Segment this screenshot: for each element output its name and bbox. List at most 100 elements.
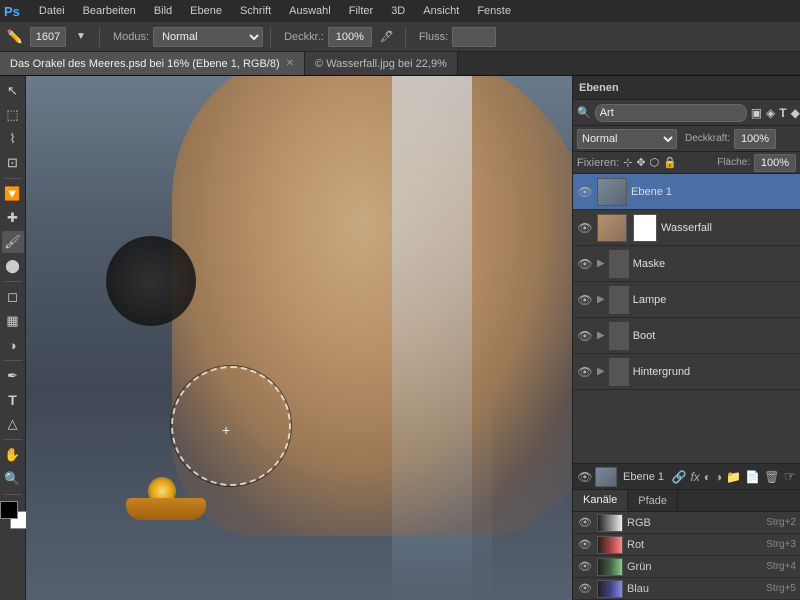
layers-search-bar: 🔍 ▣ ◈ T ◆ ◎ xyxy=(573,100,800,126)
adjustment-icon[interactable]: ◑ xyxy=(715,470,722,484)
new-layer-icon[interactable]: 📄 xyxy=(745,470,760,484)
fix-all-icon[interactable]: 🔒 xyxy=(663,156,677,169)
layer-arrow-maske[interactable]: ▶ xyxy=(597,258,605,269)
menu-bearbeiten[interactable]: Bearbeiten xyxy=(80,3,139,19)
menu-3d[interactable]: 3D xyxy=(388,3,408,19)
pixel-filter-icon[interactable]: ▣ xyxy=(751,106,762,120)
opacity-input[interactable] xyxy=(734,129,776,149)
waterfall-spray xyxy=(392,76,472,600)
tab-kanaele[interactable]: Kanäle xyxy=(573,490,628,511)
modus-select[interactable]: Normal xyxy=(153,27,263,47)
hand-pointer-icon: ☞ xyxy=(783,468,796,485)
brush-size-input[interactable] xyxy=(30,27,66,47)
layers-search-input[interactable] xyxy=(595,104,747,122)
dodge-tool-icon[interactable]: ◑ xyxy=(2,334,24,356)
eraser-tool-icon[interactable]: ◻ xyxy=(2,286,24,308)
channel-row-gruen[interactable]: 👁 Grün Strg+4 xyxy=(573,556,800,578)
menu-bild[interactable]: Bild xyxy=(151,3,175,19)
select-tool-icon[interactable]: ⬚ xyxy=(2,104,24,126)
eyedrop-tool-icon[interactable]: 🔽 xyxy=(2,183,24,205)
layer-name-maske: Maske xyxy=(633,258,796,270)
search-icon: 🔍 xyxy=(577,106,591,119)
layer-eye-lampe[interactable]: 👁 xyxy=(577,292,593,308)
path-tool-icon[interactable]: △ xyxy=(2,413,24,435)
canvas-area[interactable]: + xyxy=(26,76,572,600)
layer-eye-wasserfall[interactable]: 👁 xyxy=(577,220,593,236)
blend-mode-select[interactable]: Normal xyxy=(577,129,677,149)
channel-eye-gruen[interactable]: 👁 xyxy=(577,560,593,573)
layers-panel-header: Ebenen xyxy=(573,76,800,100)
text-filter-icon[interactable]: T xyxy=(779,106,786,120)
channel-eye-blau[interactable]: 👁 xyxy=(577,582,593,595)
fluss-input[interactable] xyxy=(452,27,496,47)
menu-auswahl[interactable]: Auswahl xyxy=(286,3,334,19)
brush-tool-icon[interactable]: ✏️ xyxy=(4,26,26,48)
tab-orakel[interactable]: Das Orakel des Meeres.psd bei 16% (Ebene… xyxy=(0,52,305,75)
channel-row-rgb[interactable]: 👁 RGB Strg+2 xyxy=(573,512,800,534)
channel-shortcut-blau: Strg+5 xyxy=(766,583,796,594)
color-picker[interactable] xyxy=(0,501,28,529)
gradient-tool-icon[interactable]: ▦ xyxy=(2,310,24,332)
layer-row-hintergrund[interactable]: 👁 ▶ Hintergrund xyxy=(573,354,800,390)
pen-tool-icon[interactable]: ✒ xyxy=(2,365,24,387)
menu-schrift[interactable]: Schrift xyxy=(237,3,274,19)
shape-filter-icon[interactable]: ◆ xyxy=(791,106,800,120)
link-layers-icon[interactable]: 🔗 xyxy=(672,470,687,484)
brush-tool-icon[interactable]: 🖌 xyxy=(2,231,24,253)
delete-layer-icon[interactable]: 🗑 xyxy=(764,470,779,484)
deckraft-input[interactable] xyxy=(328,27,372,47)
lasso-tool-icon[interactable]: ⌇ xyxy=(2,128,24,150)
text-tool-icon[interactable]: T xyxy=(2,389,24,411)
layer-eye-boot[interactable]: 👁 xyxy=(577,328,593,344)
layer-arrow-boot[interactable]: ▶ xyxy=(597,330,605,341)
layer-row-wasserfall[interactable]: 👁 Wasserfall xyxy=(573,210,800,246)
toolbox-separator-1 xyxy=(4,178,22,179)
channel-eye-rot[interactable]: 👁 xyxy=(577,538,593,551)
channel-row-blau[interactable]: 👁 Blau Strg+5 xyxy=(573,578,800,600)
tab-wasserfall[interactable]: © Wasserfall.jpg bei 22,9% xyxy=(305,52,458,75)
modus-label: Modus: xyxy=(113,31,149,43)
clone-tool-icon[interactable]: ⬤ xyxy=(2,255,24,277)
add-mask-icon[interactable]: ◐ xyxy=(704,470,711,484)
fx-icon[interactable]: fx xyxy=(690,470,699,484)
hand-tool-icon[interactable]: ✋ xyxy=(2,444,24,466)
layers-panel-title: Ebenen xyxy=(579,82,794,94)
dark-sphere xyxy=(106,236,196,326)
layer-eye-hintergrund[interactable]: 👁 xyxy=(577,364,593,380)
menu-datei[interactable]: Datei xyxy=(36,3,68,19)
layer-eye-ebene1[interactable]: 👁 xyxy=(577,184,593,200)
fix-pixel-icon[interactable]: ✥ xyxy=(636,156,645,169)
layer-eye-maske[interactable]: 👁 xyxy=(577,256,593,272)
channel-eye-rgb[interactable]: 👁 xyxy=(577,516,593,529)
flaeche-input[interactable] xyxy=(754,154,796,172)
pressure-icon[interactable]: 🖊 xyxy=(376,26,398,48)
heal-tool-icon[interactable]: ✚ xyxy=(2,207,24,229)
channel-row-rot[interactable]: 👁 Rot Strg+3 xyxy=(573,534,800,556)
layer-arrow-hintergrund[interactable]: ▶ xyxy=(597,366,605,377)
menu-ebene[interactable]: Ebene xyxy=(187,3,225,19)
layers-footer: 👁 Ebene 1 🔗 fx ◐ ◑ 📁 📄 🗑 ☞ xyxy=(573,463,800,489)
menu-fenste[interactable]: Fenste xyxy=(474,3,514,19)
footer-eye[interactable]: 👁 xyxy=(577,469,593,485)
layer-arrow-lampe[interactable]: ▶ xyxy=(597,294,605,305)
new-group-icon[interactable]: 📁 xyxy=(726,470,741,484)
menu-ansicht[interactable]: Ansicht xyxy=(420,3,462,19)
adjust-filter-icon[interactable]: ◈ xyxy=(766,106,775,120)
layer-row-ebene1[interactable]: 👁 Ebene 1 xyxy=(573,174,800,210)
zoom-tool-icon[interactable]: 🔍 xyxy=(2,468,24,490)
fix-position-icon[interactable]: ⊹ xyxy=(623,156,632,169)
foreground-color-swatch[interactable] xyxy=(0,501,18,519)
brush-preset-icon[interactable]: ▼ xyxy=(70,26,92,48)
move-tool-icon[interactable]: ↖ xyxy=(2,80,24,102)
layer-row-lampe[interactable]: 👁 ▶ Lampe xyxy=(573,282,800,318)
tab-orakel-close[interactable]: ✕ xyxy=(286,58,294,69)
toolbar-separator-2 xyxy=(270,27,271,47)
crop-tool-icon[interactable]: ⊡ xyxy=(2,152,24,174)
fix-gradient-icon[interactable]: ⬡ xyxy=(650,156,660,169)
layer-row-maske[interactable]: 👁 ▶ Maske xyxy=(573,246,800,282)
layer-row-boot[interactable]: 👁 ▶ Boot xyxy=(573,318,800,354)
menu-filter[interactable]: Filter xyxy=(346,3,376,19)
canvas-image: + xyxy=(26,76,572,600)
channel-shortcut-gruen: Strg+4 xyxy=(766,561,796,572)
tab-pfade[interactable]: Pfade xyxy=(628,490,678,511)
